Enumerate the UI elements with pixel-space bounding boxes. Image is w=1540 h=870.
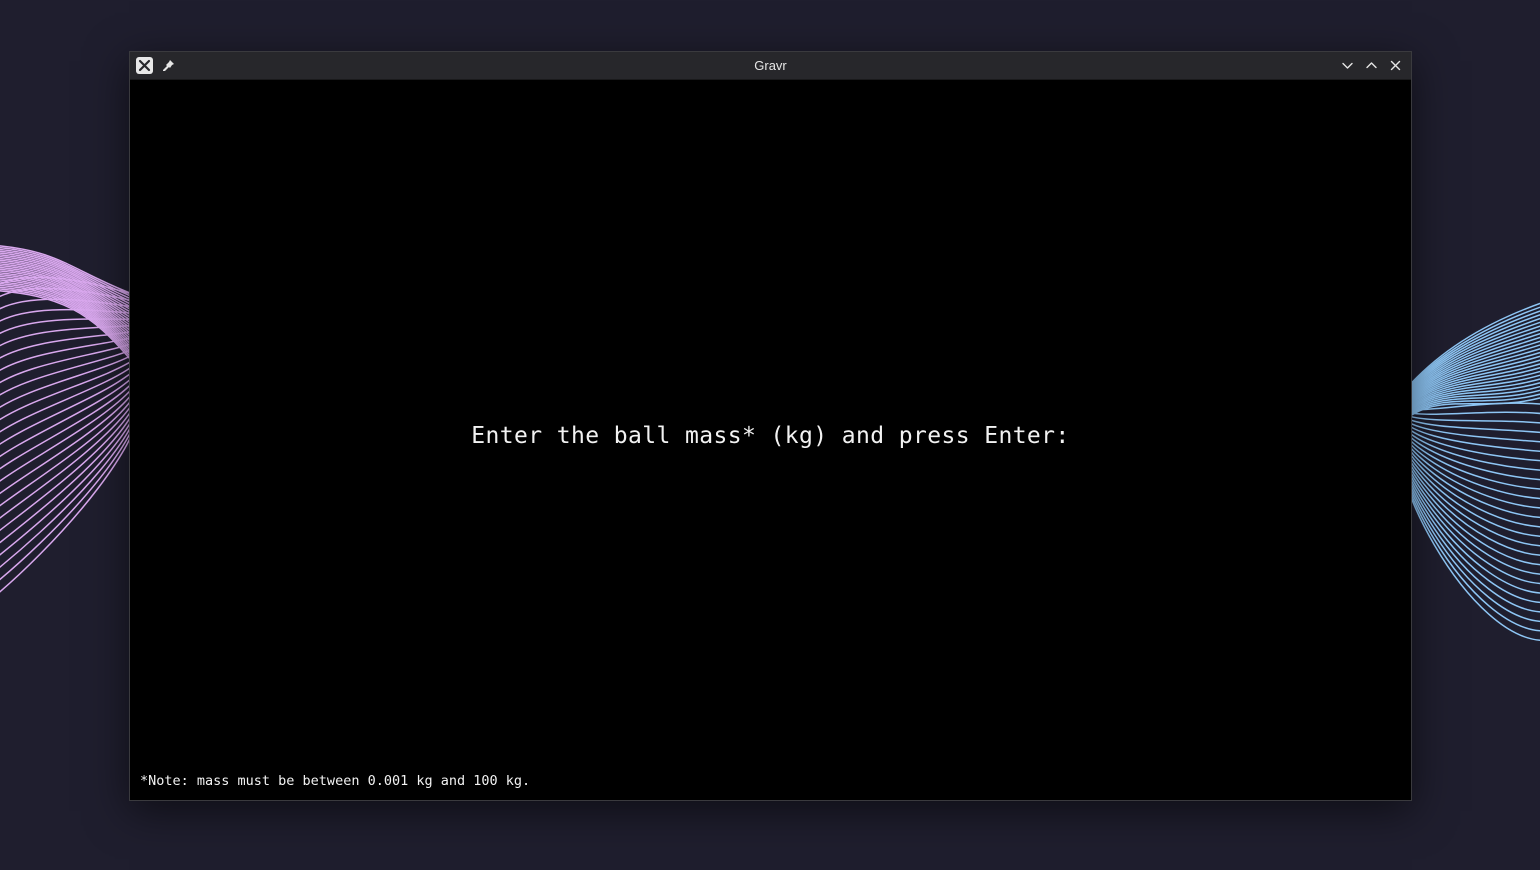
terminal-content[interactable]: Enter the ball mass* (kg) and press Ente…	[130, 80, 1411, 800]
chevron-down-icon	[1342, 62, 1353, 69]
mass-input-prompt: Enter the ball mass* (kg) and press Ente…	[471, 423, 1070, 449]
wallpaper-wave-right	[1397, 302, 1540, 641]
window-title: Gravr	[754, 58, 787, 73]
mass-range-note: *Note: mass must be between 0.001 kg and…	[140, 773, 531, 789]
close-button[interactable]	[1387, 57, 1404, 74]
wave-line	[1397, 397, 1540, 641]
maximize-button[interactable]	[1363, 57, 1380, 74]
app-window: Gravr Enter the ball mass* (kg) and pres…	[129, 51, 1412, 801]
desktop: Gravr Enter the ball mass* (kg) and pres…	[0, 0, 1540, 870]
close-icon	[1390, 60, 1401, 71]
title-bar[interactable]: Gravr	[130, 52, 1411, 80]
chevron-up-icon	[1366, 62, 1377, 69]
minimize-button[interactable]	[1339, 57, 1356, 74]
wave-line	[1397, 344, 1540, 509]
wallpaper-wave-left	[0, 245, 152, 593]
